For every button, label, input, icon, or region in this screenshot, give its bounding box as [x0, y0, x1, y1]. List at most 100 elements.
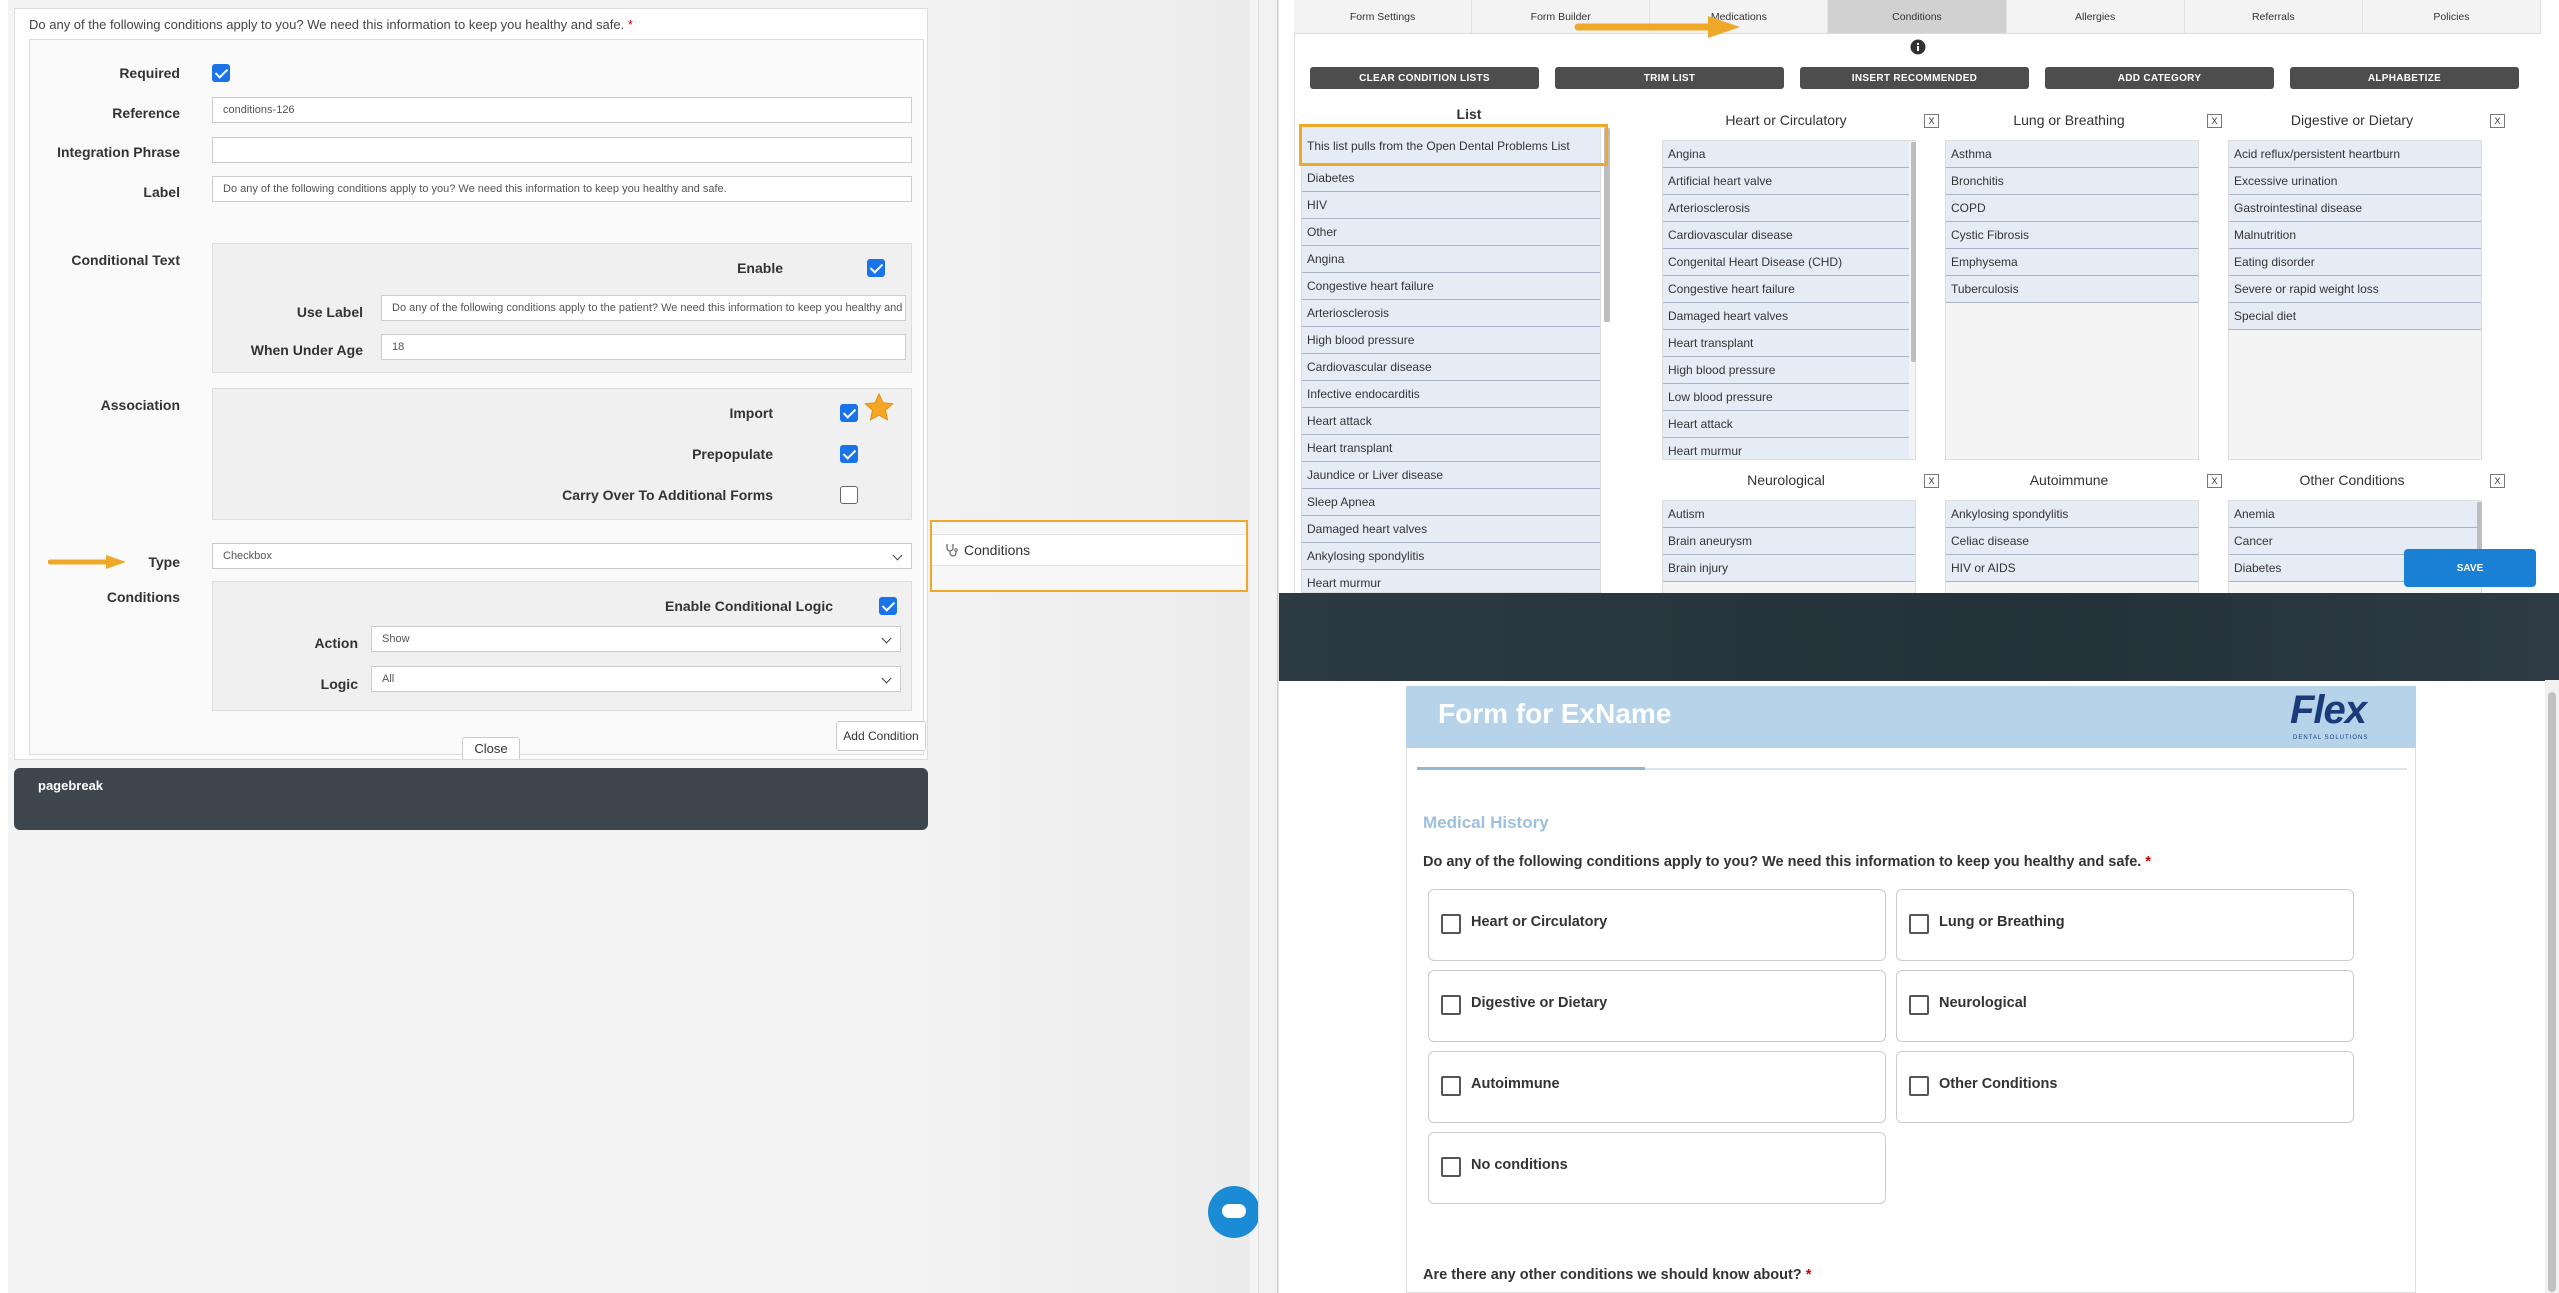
- category-item[interactable]: Tuberculosis: [1946, 276, 2198, 303]
- info-icon[interactable]: [1910, 39, 1926, 55]
- remove-category-button[interactable]: X: [1924, 474, 1939, 488]
- category-item[interactable]: Excessive urination: [2229, 168, 2481, 195]
- option-no-conditions[interactable]: No conditions: [1428, 1132, 1886, 1204]
- save-button[interactable]: SAVE: [2404, 549, 2536, 587]
- label-input[interactable]: Do any of the following conditions apply…: [212, 176, 912, 202]
- option-neurological[interactable]: Neurological: [1896, 970, 2354, 1042]
- option-checkbox[interactable]: [1909, 995, 1929, 1015]
- type-select[interactable]: Checkbox: [212, 543, 912, 569]
- category-item[interactable]: Cardiovascular disease: [1663, 222, 1909, 249]
- category-item[interactable]: High blood pressure: [1663, 357, 1909, 384]
- source-list-item[interactable]: Damaged heart valves: [1302, 516, 1600, 543]
- category-item[interactable]: Celiac disease: [1946, 528, 2198, 555]
- remove-category-button[interactable]: X: [2207, 474, 2222, 488]
- option-checkbox[interactable]: [1441, 1076, 1461, 1096]
- tab-referrals[interactable]: Referrals: [2185, 0, 2363, 33]
- option-autoimmune[interactable]: Autoimmune: [1428, 1051, 1886, 1123]
- pane-divider[interactable]: [1258, 0, 1278, 1293]
- reference-input[interactable]: conditions-126: [212, 97, 912, 123]
- source-list-item[interactable]: HIV: [1302, 192, 1600, 219]
- source-list-item[interactable]: Cardiovascular disease: [1302, 354, 1600, 381]
- option-other-conditions[interactable]: Other Conditions: [1896, 1051, 2354, 1123]
- category-item[interactable]: Low blood pressure: [1663, 384, 1909, 411]
- category-item[interactable]: Cystic Fibrosis: [1946, 222, 2198, 249]
- action-select[interactable]: Show: [371, 626, 901, 652]
- tab-conditions[interactable]: Conditions: [1828, 0, 2007, 33]
- logic-select[interactable]: All: [371, 666, 901, 692]
- option-checkbox[interactable]: [1441, 914, 1461, 934]
- category-item[interactable]: Congestive heart failure: [1663, 276, 1909, 303]
- category-scrollbar[interactable]: [2477, 502, 2482, 552]
- category-item[interactable]: Artificial heart valve: [1663, 168, 1909, 195]
- category-item[interactable]: Brain injury: [1663, 555, 1915, 582]
- category-item[interactable]: Autism: [1663, 501, 1915, 528]
- insert-recommended-button[interactable]: INSERT RECOMMENDED: [1800, 67, 2029, 89]
- category-item[interactable]: Severe or rapid weight loss: [2229, 276, 2481, 303]
- source-list-item[interactable]: Sleep Apnea: [1302, 489, 1600, 516]
- clear-condition-lists-button[interactable]: CLEAR CONDITION LISTS: [1310, 67, 1539, 89]
- category-item[interactable]: Damaged heart valves: [1663, 303, 1909, 330]
- conditional-enable-checkbox[interactable]: [867, 259, 885, 277]
- alphabetize-button[interactable]: ALPHABETIZE: [2290, 67, 2519, 89]
- add-category-button[interactable]: ADD CATEGORY: [2045, 67, 2274, 89]
- category-item[interactable]: Heart transplant: [1663, 330, 1909, 357]
- tab-form-settings[interactable]: Form Settings: [1294, 0, 1473, 33]
- source-list-item[interactable]: Ankylosing spondylitis: [1302, 543, 1600, 570]
- option-checkbox[interactable]: [1909, 1076, 1929, 1096]
- category-item[interactable]: Angina: [1663, 141, 1909, 168]
- option-checkbox[interactable]: [1909, 914, 1929, 934]
- option-checkbox[interactable]: [1441, 995, 1461, 1015]
- category-item[interactable]: Anemia: [2229, 501, 2481, 528]
- remove-category-button[interactable]: X: [2207, 114, 2222, 128]
- source-list-item[interactable]: High blood pressure: [1302, 327, 1600, 354]
- category-item[interactable]: Bronchitis: [1946, 168, 2198, 195]
- remove-category-button[interactable]: X: [2490, 474, 2505, 488]
- source-list-item[interactable]: Jaundice or Liver disease: [1302, 462, 1600, 489]
- tab-allergies[interactable]: Allergies: [2007, 0, 2185, 33]
- category-item[interactable]: COPD: [1946, 195, 2198, 222]
- category-item[interactable]: Asthma: [1946, 141, 2198, 168]
- remove-category-button[interactable]: X: [1924, 114, 1939, 128]
- trim-list-button[interactable]: TRIM LIST: [1555, 67, 1784, 89]
- source-list-item[interactable]: Heart murmur: [1302, 570, 1600, 592]
- source-list-item[interactable]: Heart attack: [1302, 408, 1600, 435]
- category-item[interactable]: Ankylosing spondylitis: [1946, 501, 2198, 528]
- source-list-item[interactable]: Infective endocarditis: [1302, 381, 1600, 408]
- under-age-input[interactable]: 18: [381, 334, 906, 360]
- option-checkbox[interactable]: [1441, 1157, 1461, 1177]
- use-label-input[interactable]: Do any of the following conditions apply…: [381, 295, 906, 321]
- category-item[interactable]: Eating disorder: [2229, 249, 2481, 276]
- source-list-item[interactable]: Diabetes: [1302, 165, 1600, 192]
- source-list-item[interactable]: Congestive heart failure: [1302, 273, 1600, 300]
- option-heart-or-circulatory[interactable]: Heart or Circulatory: [1428, 889, 1886, 961]
- carry-over-checkbox[interactable]: [840, 486, 858, 504]
- tab-policies[interactable]: Policies: [2363, 0, 2541, 33]
- add-condition-button[interactable]: Add Condition: [836, 721, 926, 751]
- category-item[interactable]: Heart murmur: [1663, 438, 1909, 459]
- close-button[interactable]: Close: [462, 737, 520, 759]
- source-list-item[interactable]: Angina: [1302, 246, 1600, 273]
- category-item[interactable]: Malnutrition: [2229, 222, 2481, 249]
- option-lung-or-breathing[interactable]: Lung or Breathing: [1896, 889, 2354, 961]
- conditions-palette-item[interactable]: Conditions: [932, 534, 1246, 566]
- chat-icon[interactable]: [1208, 1186, 1258, 1238]
- source-list-item[interactable]: Other: [1302, 219, 1600, 246]
- category-item[interactable]: Gastrointestinal disease: [2229, 195, 2481, 222]
- source-list-item[interactable]: Heart transplant: [1302, 435, 1600, 462]
- category-scrollbar[interactable]: [1911, 142, 1916, 362]
- source-list-item[interactable]: Arteriosclerosis: [1302, 300, 1600, 327]
- preview-scrollbar[interactable]: [2545, 680, 2559, 1293]
- enable-logic-checkbox[interactable]: [879, 597, 897, 615]
- category-item[interactable]: Congenital Heart Disease (CHD): [1663, 249, 1909, 276]
- import-checkbox[interactable]: [840, 404, 858, 422]
- required-checkbox[interactable]: [212, 64, 230, 82]
- category-item[interactable]: Emphysema: [1946, 249, 2198, 276]
- category-item[interactable]: Special diet: [2229, 303, 2481, 330]
- category-item[interactable]: HIV or AIDS: [1946, 555, 2198, 582]
- pagebreak-block[interactable]: pagebreak: [14, 768, 928, 830]
- category-item[interactable]: Arteriosclerosis: [1663, 195, 1909, 222]
- prepopulate-checkbox[interactable]: [840, 445, 858, 463]
- category-item[interactable]: Acid reflux/persistent heartburn: [2229, 141, 2481, 168]
- option-digestive-or-dietary[interactable]: Digestive or Dietary: [1428, 970, 1886, 1042]
- remove-category-button[interactable]: X: [2490, 114, 2505, 128]
